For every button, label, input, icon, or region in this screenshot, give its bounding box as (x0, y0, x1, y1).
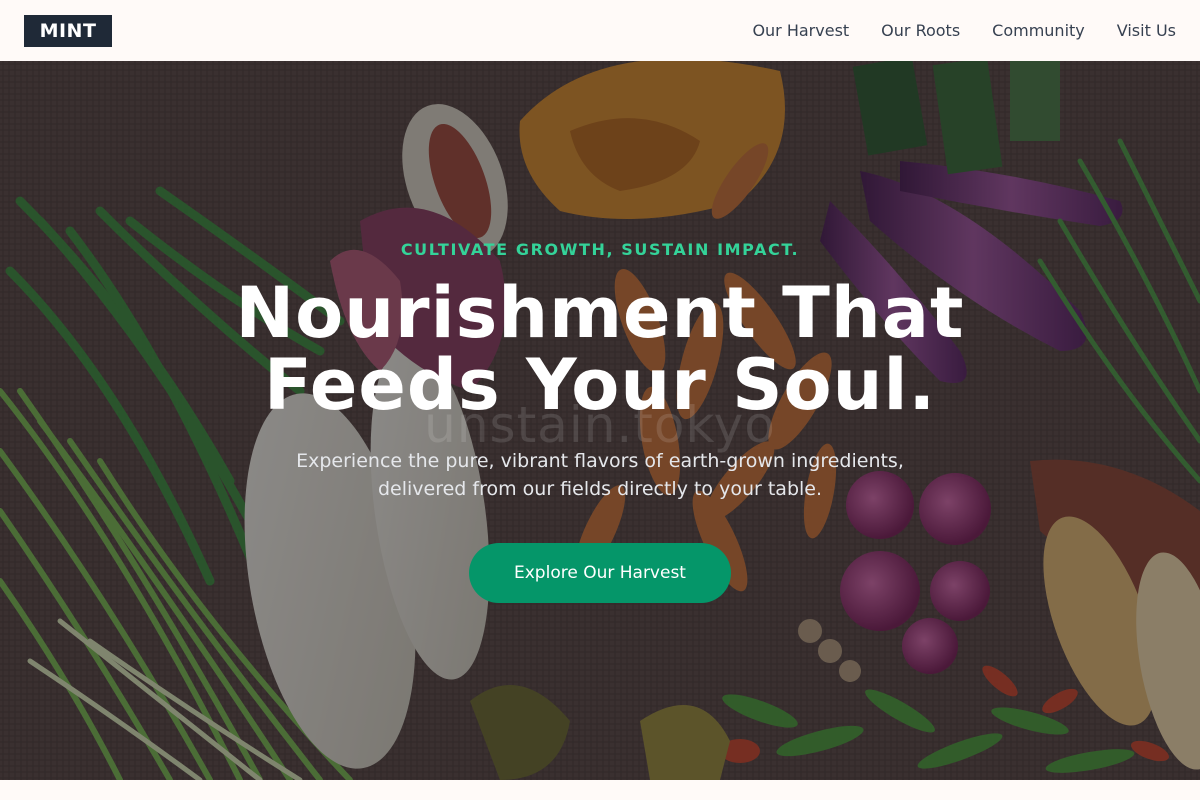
nav-item-community[interactable]: Community (992, 21, 1085, 40)
explore-harvest-button[interactable]: Explore Our Harvest (469, 543, 731, 603)
page-bottom-strip (0, 780, 1200, 800)
hero-section: CULTIVATE GROWTH, SUSTAIN IMPACT. Nouris… (0, 61, 1200, 780)
brand-logo[interactable]: MINT (24, 14, 112, 47)
nav-item-visit-us[interactable]: Visit Us (1117, 21, 1176, 40)
site-header: MINT Our Harvest Our Roots Community Vis… (0, 0, 1200, 61)
image-watermark: unstain.tokyo (424, 396, 776, 454)
hero-content: CULTIVATE GROWTH, SUSTAIN IMPACT. Nouris… (0, 61, 1200, 780)
nav-item-our-harvest[interactable]: Our Harvest (752, 21, 849, 40)
hero-eyebrow: CULTIVATE GROWTH, SUSTAIN IMPACT. (400, 240, 800, 259)
main-nav: Our Harvest Our Roots Community Visit Us (752, 21, 1176, 40)
hero-subtext: Experience the pure, vibrant flavors of … (296, 450, 904, 500)
hero-headline-line-1: Nourishment That (235, 272, 965, 354)
nav-item-our-roots[interactable]: Our Roots (881, 21, 960, 40)
